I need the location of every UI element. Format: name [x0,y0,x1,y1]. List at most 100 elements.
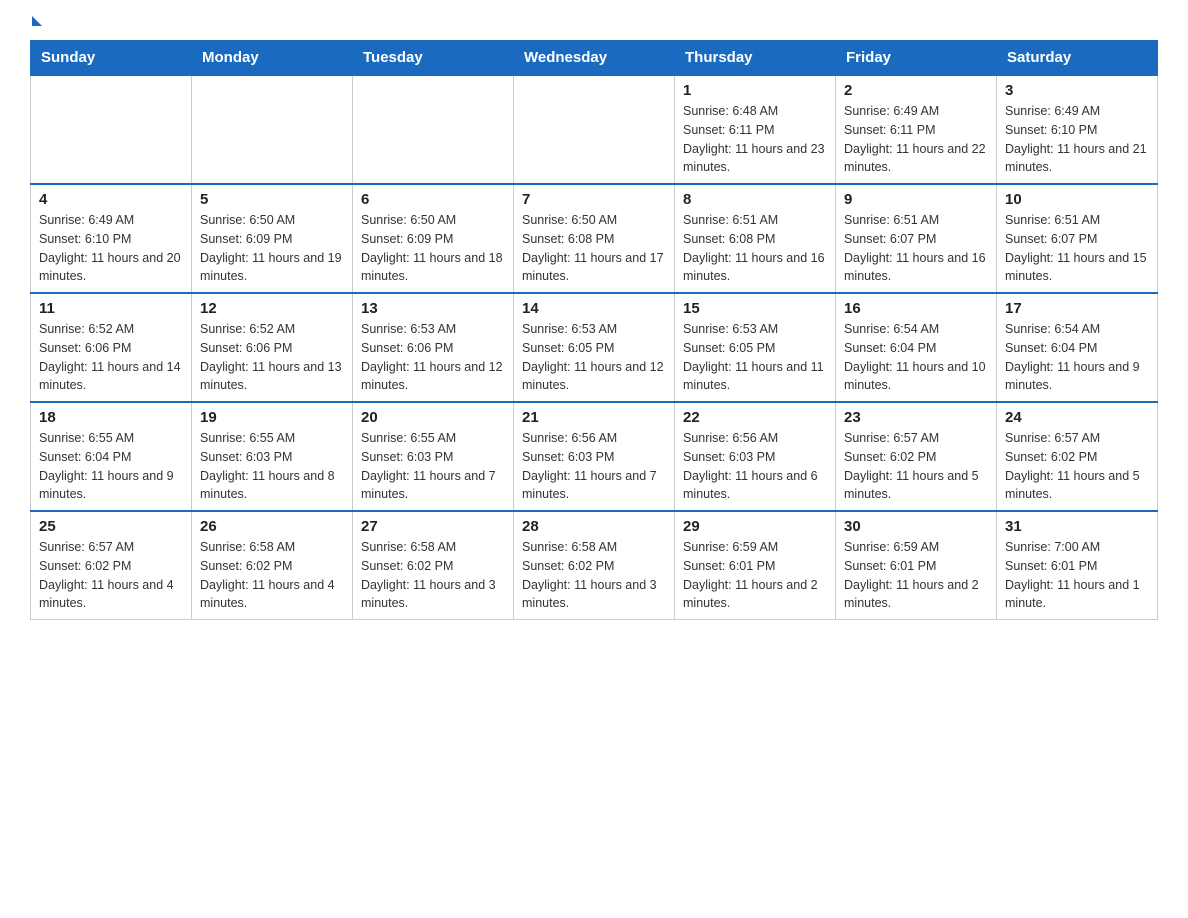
day-number: 6 [361,191,505,208]
day-cell: 11Sunrise: 6:52 AM Sunset: 6:06 PM Dayli… [31,293,192,402]
day-info: Sunrise: 6:48 AM Sunset: 6:11 PM Dayligh… [683,102,827,177]
day-number: 14 [522,300,666,317]
day-info: Sunrise: 6:59 AM Sunset: 6:01 PM Dayligh… [844,538,988,613]
day-info: Sunrise: 6:49 AM Sunset: 6:11 PM Dayligh… [844,102,988,177]
day-number: 21 [522,409,666,426]
day-cell: 5 Sunrise: 6:50 AM Sunset: 6:09 PM Daylig… [192,184,353,293]
day-info: Sunrise: 6:51 AM Sunset: 6:08 PM Dayligh… [683,211,827,286]
day-cell: 19Sunrise: 6:55 AM Sunset: 6:03 PM Dayli… [192,402,353,511]
day-info: Sunrise: 6:55 AM Sunset: 6:03 PM Dayligh… [361,429,505,504]
day-info: Sunrise: 6:56 AM Sunset: 6:03 PM Dayligh… [683,429,827,504]
day-info: Sunrise: 6:50 AM Sunset: 6:09 PM Dayligh… [200,211,344,286]
header-cell-friday: Friday [836,41,997,76]
day-cell: 30 Sunrise: 6:59 AM Sunset: 6:01 PM Dayli… [836,511,997,620]
header-cell-wednesday: Wednesday [514,41,675,76]
day-number: 11 [39,300,183,317]
day-info: Sunrise: 6:52 AM Sunset: 6:06 PM Dayligh… [200,320,344,395]
week-row-4: 18 Sunrise: 6:55 AM Sunset: 6:04 PM Dayli… [31,402,1158,511]
day-number: 5 [200,191,344,208]
day-number: 24 [1005,409,1149,426]
day-number: 25 [39,518,183,535]
day-cell: 17 Sunrise: 6:54 AM Sunset: 6:04 PM Dayli… [997,293,1158,402]
day-info: Sunrise: 6:53 AM Sunset: 6:06 PM Dayligh… [361,320,505,395]
day-cell: 20 Sunrise: 6:55 AM Sunset: 6:03 PM Dayli… [353,402,514,511]
day-cell: 4 Sunrise: 6:49 AM Sunset: 6:10 PM Daylig… [31,184,192,293]
day-cell [192,75,353,184]
day-number: 20 [361,409,505,426]
day-cell: 10 Sunrise: 6:51 AM Sunset: 6:07 PM Dayli… [997,184,1158,293]
day-info: Sunrise: 6:56 AM Sunset: 6:03 PM Dayligh… [522,429,666,504]
day-info: Sunrise: 6:57 AM Sunset: 6:02 PM Dayligh… [1005,429,1149,504]
day-info: Sunrise: 6:54 AM Sunset: 6:04 PM Dayligh… [1005,320,1149,395]
day-info: Sunrise: 6:53 AM Sunset: 6:05 PM Dayligh… [522,320,666,395]
day-info: Sunrise: 6:58 AM Sunset: 6:02 PM Dayligh… [200,538,344,613]
day-number: 26 [200,518,344,535]
day-number: 19 [200,409,344,426]
day-cell: 15 Sunrise: 6:53 AM Sunset: 6:05 PM Dayli… [675,293,836,402]
day-number: 31 [1005,518,1149,535]
header-cell-thursday: Thursday [675,41,836,76]
day-cell: 23 Sunrise: 6:57 AM Sunset: 6:02 PM Dayli… [836,402,997,511]
day-number: 23 [844,409,988,426]
day-info: Sunrise: 6:58 AM Sunset: 6:02 PM Dayligh… [361,538,505,613]
day-info: Sunrise: 6:55 AM Sunset: 6:04 PM Dayligh… [39,429,183,504]
day-cell: 6 Sunrise: 6:50 AM Sunset: 6:09 PM Daylig… [353,184,514,293]
day-cell: 25 Sunrise: 6:57 AM Sunset: 6:02 PM Dayli… [31,511,192,620]
header-row: SundayMondayTuesdayWednesdayThursdayFrid… [31,41,1158,76]
day-number: 17 [1005,300,1149,317]
week-row-5: 25 Sunrise: 6:57 AM Sunset: 6:02 PM Dayli… [31,511,1158,620]
header-cell-sunday: Sunday [31,41,192,76]
day-info: Sunrise: 7:00 AM Sunset: 6:01 PM Dayligh… [1005,538,1149,613]
day-info: Sunrise: 6:49 AM Sunset: 6:10 PM Dayligh… [39,211,183,286]
day-number: 18 [39,409,183,426]
day-number: 9 [844,191,988,208]
header-cell-monday: Monday [192,41,353,76]
page-header [30,20,1158,30]
day-cell: 16 Sunrise: 6:54 AM Sunset: 6:04 PM Dayli… [836,293,997,402]
week-row-2: 4 Sunrise: 6:49 AM Sunset: 6:10 PM Daylig… [31,184,1158,293]
day-cell: 29 Sunrise: 6:59 AM Sunset: 6:01 PM Dayli… [675,511,836,620]
day-info: Sunrise: 6:58 AM Sunset: 6:02 PM Dayligh… [522,538,666,613]
day-number: 30 [844,518,988,535]
day-number: 2 [844,82,988,99]
day-cell: 9 Sunrise: 6:51 AM Sunset: 6:07 PM Daylig… [836,184,997,293]
day-info: Sunrise: 6:57 AM Sunset: 6:02 PM Dayligh… [39,538,183,613]
day-number: 4 [39,191,183,208]
day-number: 15 [683,300,827,317]
day-info: Sunrise: 6:54 AM Sunset: 6:04 PM Dayligh… [844,320,988,395]
week-row-3: 11 Sunrise: 6:52 AM Sunset: 6:06 PM Dayli… [31,293,1158,402]
day-info: Sunrise: 6:51 AM Sunset: 6:07 PM Dayligh… [1005,211,1149,286]
logo-arrow-icon [32,16,42,26]
day-cell [353,75,514,184]
day-cell: 7Sunrise: 6:50 AM Sunset: 6:08 PM Daylig… [514,184,675,293]
day-cell: 1Sunrise: 6:48 AM Sunset: 6:11 PM Daylig… [675,75,836,184]
day-cell: 28 Sunrise: 6:58 AM Sunset: 6:02 PM Dayli… [514,511,675,620]
day-cell: 18 Sunrise: 6:55 AM Sunset: 6:04 PM Dayli… [31,402,192,511]
day-cell: 2 Sunrise: 6:49 AM Sunset: 6:11 PM Daylig… [836,75,997,184]
day-number: 10 [1005,191,1149,208]
day-cell: 14 Sunrise: 6:53 AM Sunset: 6:05 PM Dayli… [514,293,675,402]
day-number: 28 [522,518,666,535]
day-info: Sunrise: 6:51 AM Sunset: 6:07 PM Dayligh… [844,211,988,286]
day-info: Sunrise: 6:57 AM Sunset: 6:02 PM Dayligh… [844,429,988,504]
day-number: 13 [361,300,505,317]
calendar-table: SundayMondayTuesdayWednesdayThursdayFrid… [30,40,1158,620]
day-cell: 22Sunrise: 6:56 AM Sunset: 6:03 PM Dayli… [675,402,836,511]
day-cell: 21 Sunrise: 6:56 AM Sunset: 6:03 PM Dayli… [514,402,675,511]
day-number: 7 [522,191,666,208]
day-info: Sunrise: 6:59 AM Sunset: 6:01 PM Dayligh… [683,538,827,613]
day-number: 8 [683,191,827,208]
day-cell: 31 Sunrise: 7:00 AM Sunset: 6:01 PM Dayli… [997,511,1158,620]
day-number: 29 [683,518,827,535]
header-cell-saturday: Saturday [997,41,1158,76]
day-cell: 13 Sunrise: 6:53 AM Sunset: 6:06 PM Dayli… [353,293,514,402]
week-row-1: 1Sunrise: 6:48 AM Sunset: 6:11 PM Daylig… [31,75,1158,184]
day-info: Sunrise: 6:53 AM Sunset: 6:05 PM Dayligh… [683,320,827,395]
day-info: Sunrise: 6:50 AM Sunset: 6:09 PM Dayligh… [361,211,505,286]
day-cell [31,75,192,184]
day-cell [514,75,675,184]
calendar-body: 1Sunrise: 6:48 AM Sunset: 6:11 PM Daylig… [31,75,1158,620]
day-number: 16 [844,300,988,317]
calendar-header: SundayMondayTuesdayWednesdayThursdayFrid… [31,41,1158,76]
day-cell: 8 Sunrise: 6:51 AM Sunset: 6:08 PM Daylig… [675,184,836,293]
